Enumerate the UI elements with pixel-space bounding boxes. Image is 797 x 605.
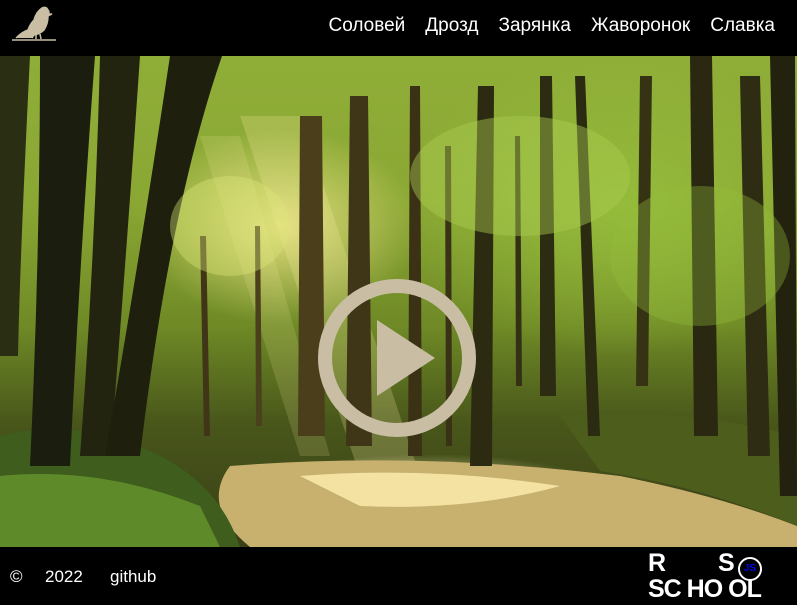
- copyright-year: 2022: [45, 567, 83, 586]
- forest-scene-image: [0, 56, 797, 547]
- nav-item-solovey[interactable]: Соловей: [328, 14, 405, 38]
- site-footer: © 2022 github R S JS SC HO OL: [0, 547, 797, 605]
- play-icon: [318, 279, 476, 437]
- main-nav: Соловей Дрозд Зарянка Жаворонок Славка: [308, 14, 775, 38]
- rs-school-logo[interactable]: R S JS SC HO OL: [648, 551, 788, 603]
- github-link[interactable]: github: [110, 567, 156, 587]
- rs-logo-school: SC HO OL: [648, 575, 762, 603]
- nav-item-zaryanka[interactable]: Зарянка: [498, 14, 570, 38]
- nav-item-drozd[interactable]: Дрозд: [425, 14, 478, 38]
- rs-logo-s: S: [718, 549, 735, 577]
- site-header: Соловей Дрозд Зарянка Жаворонок Славка: [0, 0, 797, 56]
- nav-item-zhavoronok[interactable]: Жаворонок: [591, 14, 690, 38]
- rs-logo-r: R: [648, 549, 666, 577]
- play-button[interactable]: [317, 278, 477, 438]
- bird-logo-icon[interactable]: [8, 2, 60, 42]
- nav-item-slavka[interactable]: Славка: [710, 14, 775, 38]
- copyright-sign: ©: [10, 567, 23, 586]
